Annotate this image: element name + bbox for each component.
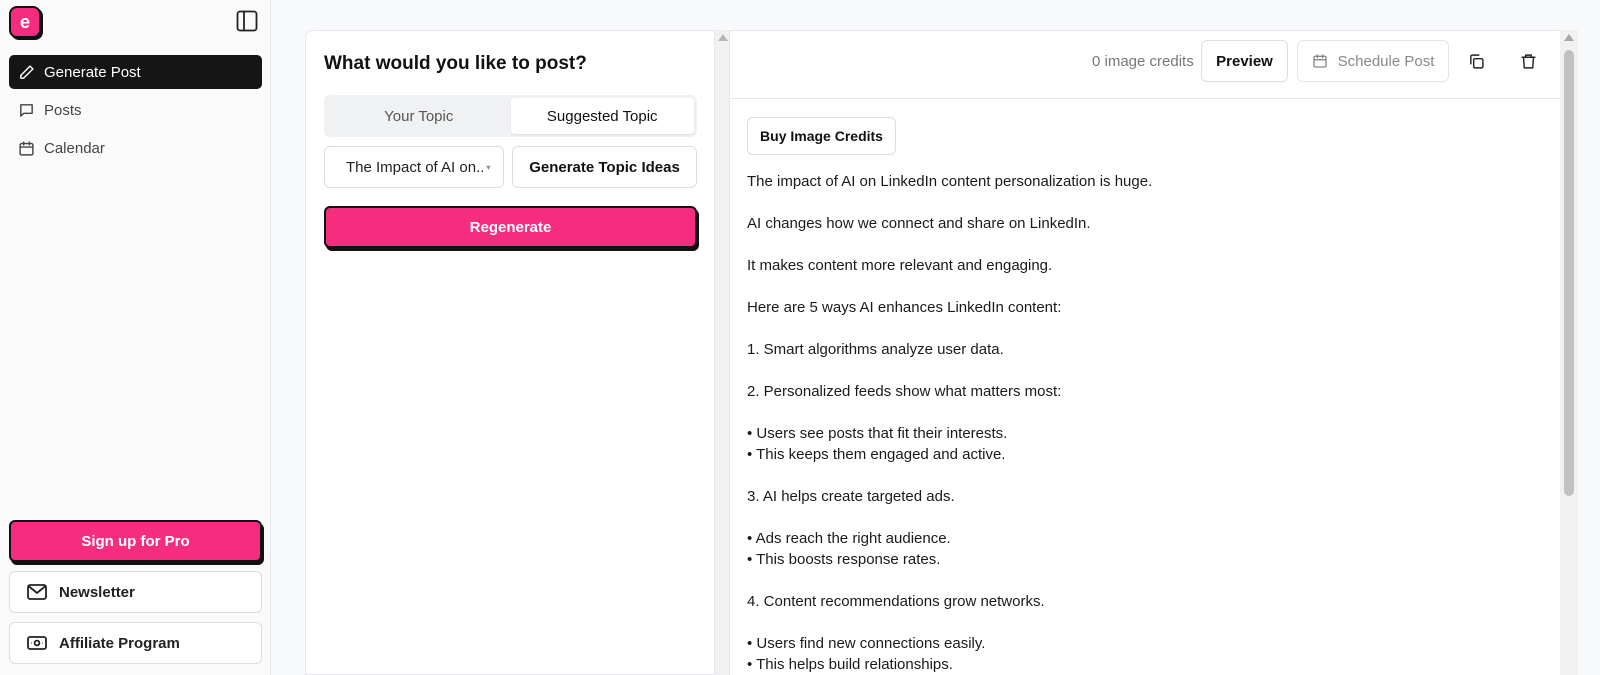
logo-letter: e bbox=[19, 11, 30, 32]
tab-your-topic[interactable]: Your Topic bbox=[327, 98, 511, 134]
topic-tabs: Your Topic Suggested Topic bbox=[324, 95, 697, 137]
post-line: • This boosts response rates. bbox=[747, 551, 941, 568]
regenerate-button[interactable]: Regenerate bbox=[324, 206, 697, 248]
pencil-icon bbox=[18, 63, 36, 81]
panel-splitter[interactable] bbox=[714, 30, 730, 675]
post-line: The impact of AI on LinkedIn content per… bbox=[747, 173, 1153, 190]
sign-up-pro-button[interactable]: Sign up for Pro bbox=[9, 520, 262, 562]
scroll-up-arrow-icon[interactable] bbox=[1564, 34, 1574, 41]
post-content[interactable]: The impact of AI on LinkedIn content per… bbox=[747, 171, 1527, 675]
sidebar-item-generate-post[interactable]: Generate Post bbox=[9, 55, 262, 89]
message-square-icon bbox=[18, 101, 36, 119]
chevron-down-icon: ▾ bbox=[486, 162, 491, 172]
sidebar-item-calendar[interactable]: Calendar bbox=[9, 131, 262, 165]
sidebar-item-label: Posts bbox=[44, 101, 82, 119]
scroll-up-arrow-icon[interactable] bbox=[718, 34, 728, 41]
post-line: AI changes how we connect and share on L… bbox=[747, 215, 1091, 232]
tab-suggested-topic[interactable]: Suggested Topic bbox=[510, 98, 694, 134]
schedule-post-button[interactable]: Schedule Post bbox=[1297, 40, 1449, 82]
affiliate-program-button[interactable]: Affiliate Program bbox=[9, 622, 262, 664]
sidebar-item-posts[interactable]: Posts bbox=[9, 93, 262, 127]
newsletter-button[interactable]: Newsletter bbox=[9, 571, 262, 613]
scrollbar-thumb[interactable] bbox=[1564, 50, 1574, 496]
topic-select-value: The Impact of AI on.. bbox=[346, 158, 485, 176]
calendar-icon bbox=[18, 139, 36, 157]
post-line: 1. Smart algorithms analyze user data. bbox=[747, 341, 1004, 358]
newsletter-label: Newsletter bbox=[59, 583, 135, 601]
editor-scrollbar[interactable] bbox=[1560, 30, 1578, 675]
post-line: • Ads reach the right audience. bbox=[747, 530, 951, 547]
sidebar-item-label: Calendar bbox=[44, 139, 105, 157]
editor-toolbar: 0 image credits Preview Schedule Post bbox=[730, 31, 1560, 99]
post-line: It makes content more relevant and engag… bbox=[747, 257, 1053, 274]
post-line: 2. Personalized feeds show what matters … bbox=[747, 383, 1062, 400]
image-credits-text: 0 image credits bbox=[1092, 53, 1194, 70]
post-line: • Users see posts that fit their interes… bbox=[747, 425, 1008, 442]
banknote-icon bbox=[27, 634, 49, 652]
app-logo[interactable]: e bbox=[9, 6, 41, 38]
post-line: Here are 5 ways AI enhances LinkedIn con… bbox=[747, 299, 1062, 316]
editor-panel: 0 image credits Preview Schedule Post Bu… bbox=[730, 30, 1560, 675]
sidebar-nav: Generate Post Posts Calendar bbox=[9, 55, 262, 169]
affiliate-label: Affiliate Program bbox=[59, 634, 180, 652]
post-line: • Users find new connections easily. bbox=[747, 635, 986, 652]
sidebar-bottom: Sign up for Pro Newsletter Affiliate Pro… bbox=[9, 520, 262, 664]
post-line: • This helps build relationships. bbox=[747, 656, 953, 673]
generate-topic-ideas-button[interactable]: Generate Topic Ideas bbox=[512, 146, 697, 188]
composer-title: What would you like to post? bbox=[324, 53, 587, 74]
mail-icon bbox=[27, 583, 49, 601]
post-line: • This keeps them engaged and active. bbox=[747, 446, 1006, 463]
calendar-icon bbox=[1312, 53, 1328, 69]
post-line: 4. Content recommendations grow networks… bbox=[747, 593, 1045, 610]
trash-icon[interactable] bbox=[1517, 50, 1539, 72]
topic-select[interactable]: The Impact of AI on.. ▾ bbox=[324, 146, 504, 188]
sidebar-toggle-icon[interactable] bbox=[236, 10, 258, 32]
sidebar: e Generate Post Posts Calendar Sign up f… bbox=[0, 0, 271, 675]
copy-icon[interactable] bbox=[1465, 50, 1487, 72]
schedule-post-label: Schedule Post bbox=[1337, 52, 1435, 70]
buy-image-credits-button[interactable]: Buy Image Credits bbox=[747, 117, 896, 155]
composer-panel: What would you like to post? Your Topic … bbox=[305, 30, 714, 675]
post-line: 3. AI helps create targeted ads. bbox=[747, 488, 955, 505]
preview-button[interactable]: Preview bbox=[1201, 40, 1288, 82]
sidebar-item-label: Generate Post bbox=[44, 63, 141, 81]
